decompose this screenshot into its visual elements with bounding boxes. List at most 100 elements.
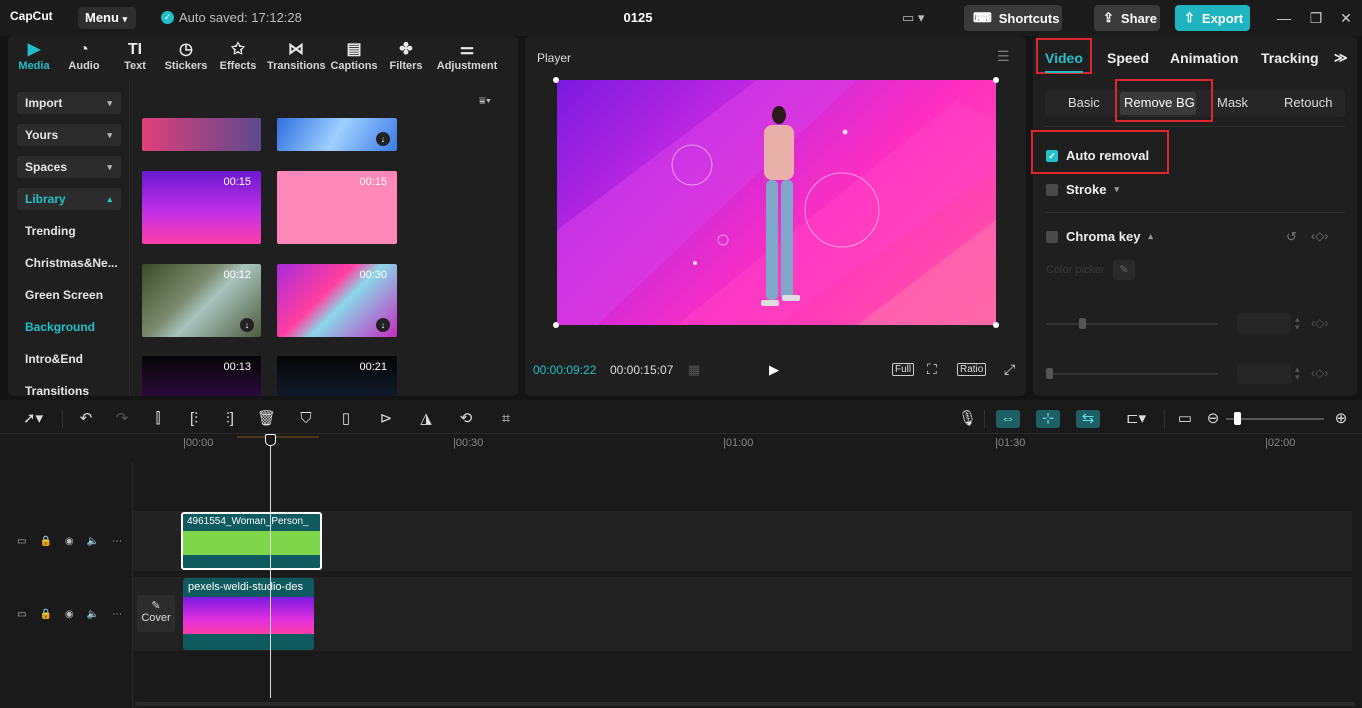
media-thumbnail[interactable]: ↓ — [277, 118, 397, 151]
media-thumbnail[interactable]: 00:13 — [142, 356, 261, 396]
sidebar-item-green-screen[interactable]: Green Screen — [25, 288, 103, 302]
ratio-button[interactable]: Ratio — [957, 363, 987, 376]
export-button[interactable]: ⇧ Export — [1175, 5, 1250, 31]
preview-axis-icon[interactable]: ⊏▾ — [1116, 410, 1156, 428]
tab-audio[interactable]: ◔ Audio — [56, 40, 112, 72]
freeze-icon[interactable]: ▯ — [337, 410, 355, 428]
eyedropper-icon[interactable]: ✎ — [1113, 260, 1135, 280]
tab-transitions[interactable]: ⋈ Transitions — [267, 40, 326, 72]
media-thumbnail[interactable]: 00:15 — [142, 171, 261, 244]
eye-icon[interactable]: ◉ — [65, 609, 74, 620]
crop-view-icon[interactable]: ⛶ — [927, 361, 937, 378]
track-video-icon[interactable]: ▭ — [17, 536, 26, 547]
share-button[interactable]: ⇪ Share — [1094, 5, 1160, 31]
microphone-icon[interactable]: 🎙 — [958, 410, 977, 428]
tab-adjustment[interactable]: ⚌ Adjustment — [436, 40, 498, 72]
tab-media[interactable]: ▶ Media — [6, 40, 62, 72]
fit-timeline-icon[interactable]: ▭ — [1176, 410, 1194, 428]
timeline-clip-background[interactable]: pexels-weldi-studio-des — [183, 578, 314, 650]
stepper-icon[interactable]: ▴ ▾ — [1295, 315, 1300, 332]
download-icon[interactable]: ↓ — [240, 318, 254, 332]
split-right-icon[interactable]: ⫶] — [221, 410, 239, 428]
download-icon[interactable]: ↓ — [376, 132, 390, 146]
subtab-basic[interactable]: Basic — [1068, 95, 1100, 110]
tab-captions[interactable]: ▤ Captions — [326, 40, 382, 72]
library-button[interactable]: Library ▴ — [17, 188, 121, 210]
zoom-out-icon[interactable]: ⊖ — [1204, 410, 1222, 428]
full-quality-button[interactable]: Full — [892, 363, 915, 376]
resize-handle[interactable] — [553, 77, 559, 83]
minimize-icon[interactable]: — — [1274, 8, 1294, 28]
download-icon[interactable]: ↓ — [376, 318, 390, 332]
crop-icon[interactable]: ⌗ — [497, 410, 515, 428]
media-thumbnail[interactable]: 00:21 — [277, 356, 397, 396]
subtab-mask[interactable]: Mask — [1217, 95, 1248, 110]
tab-text[interactable]: TI Text — [107, 40, 163, 72]
menu-button[interactable]: Menu ▾ — [78, 7, 136, 29]
maximize-icon[interactable]: ❐ — [1306, 8, 1326, 28]
layout-icon[interactable]: ▭ ▾ — [902, 10, 924, 26]
resize-handle[interactable] — [993, 77, 999, 83]
stepper-icon[interactable]: ▴ ▾ — [1295, 365, 1300, 382]
tab-animation[interactable]: Animation — [1170, 50, 1238, 66]
slider-handle[interactable] — [1079, 318, 1086, 329]
timecode-grid-icon[interactable]: ▦ — [688, 362, 700, 378]
tab-speed[interactable]: Speed — [1107, 50, 1149, 66]
cover-button[interactable]: ✎ Cover — [137, 595, 175, 632]
speaker-icon[interactable]: 🔈 — [87, 536, 99, 547]
reverse-icon[interactable]: ⊳ — [377, 410, 395, 428]
rotate-icon[interactable]: ⟲ — [457, 410, 475, 428]
player-menu-icon[interactable]: ☰ — [997, 48, 1010, 65]
more-icon[interactable]: ⋯ — [112, 536, 122, 547]
shadow-input[interactable] — [1237, 363, 1291, 384]
fullscreen-icon[interactable]: ⤢ — [1004, 361, 1015, 378]
eye-icon[interactable]: ◉ — [65, 536, 74, 547]
linkage-icon[interactable]: ⇆ — [1076, 410, 1100, 428]
media-thumbnail[interactable]: 00:12 ↓ — [142, 264, 261, 337]
resize-handle[interactable] — [993, 322, 999, 328]
chroma-key-option[interactable]: Chroma key ▴ — [1046, 229, 1153, 244]
subtab-retouch[interactable]: Retouch — [1284, 95, 1332, 110]
mark-icon[interactable]: ⛉ — [297, 410, 315, 428]
delete-icon[interactable]: 🗑 — [257, 410, 276, 428]
horizontal-scrollbar[interactable] — [135, 702, 1355, 706]
zoom-slider-handle[interactable] — [1234, 412, 1241, 425]
stroke-option[interactable]: Stroke ▾ — [1046, 182, 1119, 197]
yours-button[interactable]: Yours ▾ — [17, 124, 121, 146]
sidebar-item-trending[interactable]: Trending — [25, 224, 76, 238]
video-preview[interactable] — [557, 80, 996, 325]
sidebar-item-intro-end[interactable]: Intro&End — [25, 352, 83, 366]
media-thumbnail[interactable] — [142, 118, 261, 151]
lock-icon[interactable]: 🔒 — [39, 609, 51, 620]
select-tool-icon[interactable]: ➚▾ — [16, 410, 50, 428]
redo-icon[interactable]: ↷ — [113, 410, 131, 428]
tab-effects[interactable]: ✩ Effects — [210, 40, 266, 72]
media-thumbnail[interactable]: 00:15 — [277, 171, 397, 244]
play-icon[interactable]: ▶ — [769, 362, 779, 378]
close-icon[interactable]: ✕ — [1336, 8, 1356, 28]
zoom-in-icon[interactable]: ⊕ — [1332, 410, 1350, 428]
checkbox-icon[interactable] — [1046, 183, 1058, 196]
intensity-slider[interactable] — [1046, 323, 1218, 325]
speaker-icon[interactable]: 🔈 — [87, 609, 99, 620]
more-tabs-icon[interactable]: ≫ — [1334, 50, 1348, 66]
keyframe-icon[interactable]: ‹◇› — [1311, 229, 1328, 243]
spaces-button[interactable]: Spaces ▾ — [17, 156, 121, 178]
split-left-icon[interactable]: [⫶ — [185, 410, 203, 428]
lock-icon[interactable]: 🔒 — [39, 536, 51, 547]
shadow-slider[interactable] — [1046, 373, 1218, 375]
import-button[interactable]: Import ▾ — [17, 92, 121, 114]
more-icon[interactable]: ⋯ — [112, 609, 122, 620]
track-video-icon[interactable]: ▭ — [17, 609, 26, 620]
playhead-handle[interactable] — [265, 434, 276, 446]
resize-handle[interactable] — [553, 322, 559, 328]
reset-icon[interactable]: ↺ — [1286, 229, 1297, 245]
playhead[interactable] — [270, 434, 271, 698]
keyframe-icon[interactable]: ‹◇› — [1311, 316, 1328, 330]
shortcuts-button[interactable]: ⌨ Shortcuts — [964, 5, 1062, 31]
auto-snapping-icon[interactable]: ⊹ — [1036, 410, 1060, 428]
timeline-clip-woman[interactable]: 4961554_Woman_Person_ — [181, 512, 322, 570]
keyframe-icon[interactable]: ‹◇› — [1311, 366, 1328, 380]
undo-icon[interactable]: ↶ — [77, 410, 95, 428]
tab-tracking[interactable]: Tracking — [1261, 50, 1319, 66]
